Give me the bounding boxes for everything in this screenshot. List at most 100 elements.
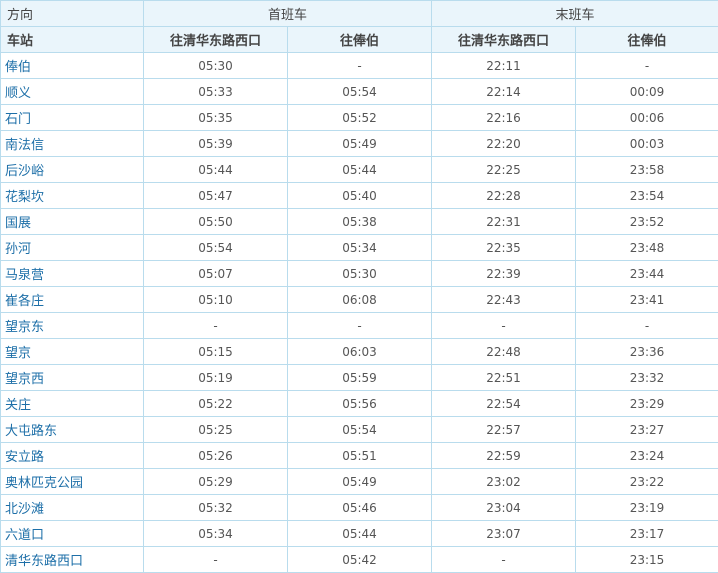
table-row: 安立路 05:26 05:51 22:59 23:24 bbox=[0, 442, 718, 469]
last-train-dir-b-cell: 23:58 bbox=[575, 156, 718, 183]
table-row: 六道口 05:34 05:44 23:07 23:17 bbox=[0, 520, 718, 547]
last-train-dir-a-cell: - bbox=[431, 546, 577, 573]
station-link[interactable]: 安立路 bbox=[0, 442, 144, 469]
station-link[interactable]: 六道口 bbox=[0, 520, 144, 547]
last-train-dir-b-cell: 23:48 bbox=[575, 234, 718, 261]
first-train-dir-b-cell: 05:54 bbox=[286, 416, 433, 443]
last-train-dir-b-cell: 00:03 bbox=[575, 130, 718, 157]
first-train-dir-a-cell: 05:29 bbox=[143, 468, 288, 495]
station-link[interactable]: 关庄 bbox=[0, 390, 144, 417]
last-train-dir-a-cell: 22:48 bbox=[431, 338, 577, 365]
last-train-dir-a-cell: 22:11 bbox=[431, 52, 577, 79]
last-train-dir-a-cell: 22:16 bbox=[431, 104, 577, 131]
last-train-dir-a-cell: 22:14 bbox=[431, 78, 577, 105]
first-train-header: 首班车 bbox=[142, 0, 433, 27]
first-train-dir-a-cell: 05:26 bbox=[143, 442, 288, 469]
last-train-dir-b-cell: 23:41 bbox=[575, 286, 718, 313]
first-train-dir-b-cell: 05:46 bbox=[286, 494, 433, 521]
first-train-dir-a-cell: 05:07 bbox=[143, 260, 288, 287]
first-train-dir-a-cell: 05:39 bbox=[143, 130, 288, 157]
last-train-dir-b-cell: 23:44 bbox=[575, 260, 718, 287]
first-train-dir-a-cell: 05:54 bbox=[143, 234, 288, 261]
station-link[interactable]: 顺义 bbox=[0, 78, 144, 105]
last-train-dir-a-cell: 22:59 bbox=[431, 442, 577, 469]
last-train-dir-a-cell: 22:25 bbox=[431, 156, 577, 183]
first-train-dir-b-cell: - bbox=[286, 52, 433, 79]
table-row: 后沙峪 05:44 05:44 22:25 23:58 bbox=[0, 156, 718, 183]
station-link[interactable]: 奥林匹克公园 bbox=[0, 468, 144, 495]
last-train-dir-b-cell: - bbox=[575, 312, 718, 339]
first-dir-b-header: 往俸伯 bbox=[286, 26, 433, 53]
station-link[interactable]: 南法信 bbox=[0, 130, 144, 157]
table-row: 奥林匹克公园 05:29 05:49 23:02 23:22 bbox=[0, 468, 718, 495]
table-row: 望京东 - - - - bbox=[0, 312, 718, 339]
first-train-dir-a-cell: - bbox=[143, 312, 288, 339]
first-train-dir-a-cell: 05:47 bbox=[143, 182, 288, 209]
station-link[interactable]: 清华东路西口 bbox=[0, 546, 144, 573]
first-train-dir-a-cell: 05:22 bbox=[143, 390, 288, 417]
first-train-dir-a-cell: 05:30 bbox=[143, 52, 288, 79]
first-train-dir-a-cell: 05:35 bbox=[143, 104, 288, 131]
first-train-dir-a-cell: 05:34 bbox=[143, 520, 288, 547]
last-train-dir-a-cell: 22:39 bbox=[431, 260, 577, 287]
first-train-dir-a-cell: 05:44 bbox=[143, 156, 288, 183]
table-row: 俸伯 05:30-22:11- bbox=[0, 52, 718, 79]
station-link[interactable]: 崔各庄 bbox=[0, 286, 144, 313]
last-train-dir-a-cell: 22:54 bbox=[431, 390, 577, 417]
last-train-dir-a-cell: 22:20 bbox=[431, 130, 577, 157]
last-train-dir-b-cell: 23:54 bbox=[575, 182, 718, 209]
last-train-dir-b-cell: 23:52 bbox=[575, 208, 718, 235]
last-dir-b-header: 往俸伯 bbox=[575, 26, 718, 53]
first-train-dir-a-cell: 05:15 bbox=[143, 338, 288, 365]
first-dir-a-header: 往清华东路西口 bbox=[143, 26, 288, 53]
last-train-dir-a-cell: 23:04 bbox=[431, 494, 577, 521]
first-train-dir-b-cell: 06:08 bbox=[286, 286, 433, 313]
last-train-dir-b-cell: 00:06 bbox=[575, 104, 718, 131]
station-link[interactable]: 俸伯 bbox=[0, 52, 144, 79]
station-link[interactable]: 大屯路东 bbox=[0, 416, 144, 443]
station-link[interactable]: 望京 bbox=[0, 338, 144, 365]
station-link[interactable]: 北沙滩 bbox=[0, 494, 144, 521]
table-row: 南法信 05:39 05:49 22:20 00:03 bbox=[0, 130, 718, 157]
timetable: 方向 首班车 末班车 车站 往清华东路西口 往俸伯 往清华东路西口 往俸伯 俸伯… bbox=[0, 0, 718, 573]
last-train-dir-b-cell: 23:17 bbox=[575, 520, 718, 547]
last-train-dir-a-cell: - bbox=[431, 312, 577, 339]
table-row: 顺义 05:33 05:54 22:14 00:09 bbox=[0, 78, 718, 105]
last-train-dir-b-cell: 23:19 bbox=[575, 494, 718, 521]
station-link[interactable]: 望京东 bbox=[0, 312, 144, 339]
first-train-dir-b-cell: 05:54 bbox=[286, 78, 433, 105]
last-train-dir-b-cell: 23:32 bbox=[575, 364, 718, 391]
first-train-dir-b-cell: 05:38 bbox=[286, 208, 433, 235]
first-train-dir-a-cell: 05:10 bbox=[143, 286, 288, 313]
station-link[interactable]: 望京西 bbox=[0, 364, 144, 391]
last-train-dir-b-cell: 23:36 bbox=[575, 338, 718, 365]
first-train-dir-a-cell: 05:33 bbox=[143, 78, 288, 105]
station-link[interactable]: 花梨坎 bbox=[0, 182, 144, 209]
station-link[interactable]: 国展 bbox=[0, 208, 144, 235]
last-train-dir-a-cell: 23:02 bbox=[431, 468, 577, 495]
first-train-dir-b-cell: 05:51 bbox=[286, 442, 433, 469]
station-link[interactable]: 石门 bbox=[0, 104, 144, 131]
first-train-dir-b-cell: 05:49 bbox=[286, 468, 433, 495]
last-train-dir-a-cell: 22:43 bbox=[431, 286, 577, 313]
last-train-dir-a-cell: 22:31 bbox=[431, 208, 577, 235]
table-row: 关庄 05:22 05:56 22:54 23:29 bbox=[0, 390, 718, 417]
table-row: 孙河 05:54 05:34 22:35 23:48 bbox=[0, 234, 718, 261]
last-train-dir-b-cell: 00:09 bbox=[575, 78, 718, 105]
first-train-dir-a-cell: 05:32 bbox=[143, 494, 288, 521]
first-train-dir-a-cell: 05:25 bbox=[143, 416, 288, 443]
first-train-dir-b-cell: 05:56 bbox=[286, 390, 433, 417]
station-link[interactable]: 后沙峪 bbox=[0, 156, 144, 183]
table-row: 崔各庄 05:10 06:08 22:43 23:41 bbox=[0, 286, 718, 313]
last-train-dir-b-cell: - bbox=[575, 52, 718, 79]
station-link[interactable]: 孙河 bbox=[0, 234, 144, 261]
table-row: 花梨坎 05:47 05:40 22:28 23:54 bbox=[0, 182, 718, 209]
last-train-dir-a-cell: 23:07 bbox=[431, 520, 577, 547]
first-train-dir-b-cell: - bbox=[286, 312, 433, 339]
header-row-station: 车站 往清华东路西口 往俸伯 往清华东路西口 往俸伯 bbox=[0, 26, 718, 53]
first-train-dir-b-cell: 05:42 bbox=[286, 546, 433, 573]
station-link[interactable]: 马泉营 bbox=[0, 260, 144, 287]
last-train-dir-b-cell: 23:24 bbox=[575, 442, 718, 469]
table-row: 望京 05:15 06:03 22:48 23:36 bbox=[0, 338, 718, 365]
first-train-dir-a-cell: 05:50 bbox=[143, 208, 288, 235]
